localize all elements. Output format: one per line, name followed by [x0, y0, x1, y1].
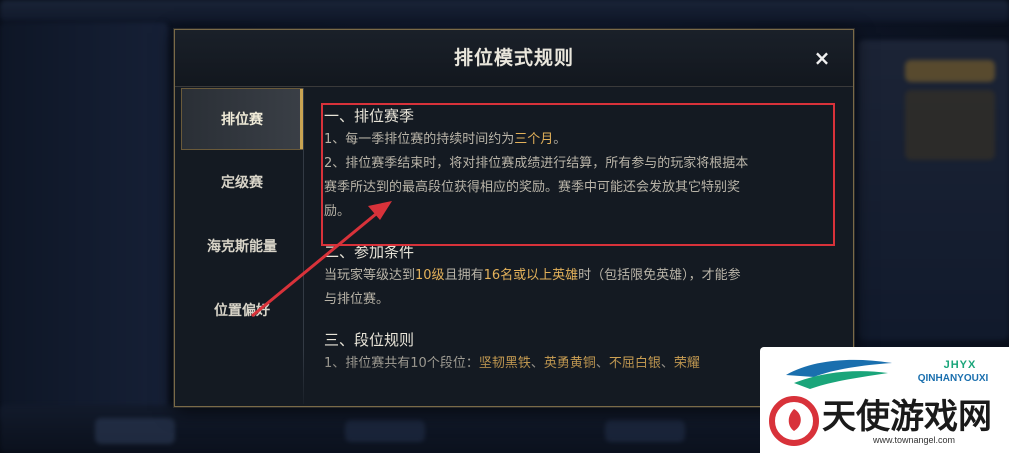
watermark: JHYX QINHANYOUXI 天使游戏网 www.townangel.com [760, 347, 1009, 453]
watermark-logo-icon [786, 359, 892, 389]
watermark-brand: JHYX [943, 359, 977, 371]
watermark-url: www.townangel.com [872, 435, 956, 445]
watermark-brand-sub: QINHANYOUXI [917, 373, 989, 384]
watermark-site-name: 天使游戏网 [822, 397, 992, 437]
watermark-seal-icon [769, 396, 819, 446]
